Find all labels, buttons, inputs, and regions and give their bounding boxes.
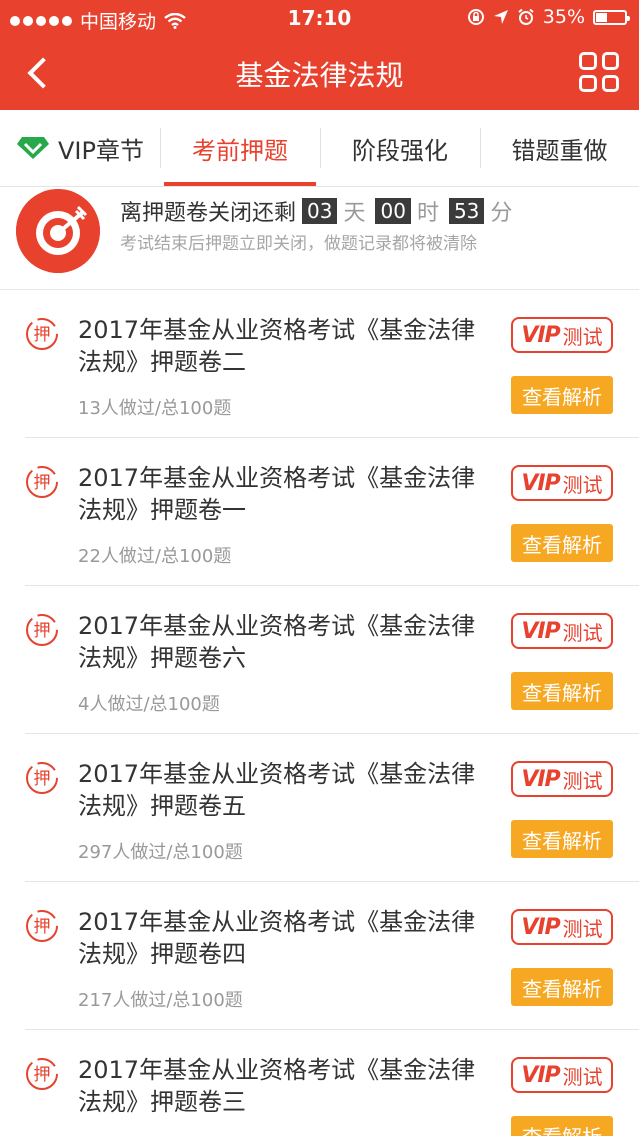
diamond-icon [17, 137, 50, 159]
svg-text:押: 押 [34, 769, 51, 789]
vip-text: 测试 [562, 324, 603, 349]
vip-text: 测试 [562, 620, 603, 645]
stamp-icon: 押 [26, 466, 58, 498]
battery-percent: 35% [542, 6, 585, 28]
page-title: 基金法律法规 [235, 59, 404, 92]
view-analysis-button[interactable]: 查看解析 [511, 524, 613, 562]
list-item[interactable]: 押 2017年基金从业资格考试《基金法律法规》押题卷三 VIP 测试 查看解析 [0, 1030, 639, 1136]
exam-title: 2017年基金从业资格考试《基金法律法规》押题卷二 [78, 316, 476, 376]
vip-test-button[interactable]: VIP 测试 [511, 317, 613, 353]
days-unit: 天 [343, 201, 366, 226]
list-item[interactable]: 押 2017年基金从业资格考试《基金法律法规》押题卷五 297人做过/总100题… [0, 734, 639, 882]
exam-title: 2017年基金从业资格考试《基金法律法规》押题卷五 [78, 760, 476, 820]
exam-meta: 22人做过/总100题 [78, 546, 232, 567]
countdown-note: 考试结束后押题立即关闭，做题记录都将被清除 [120, 234, 477, 254]
tab-label: 阶段强化 [352, 136, 448, 165]
rotation-lock-icon [467, 9, 484, 25]
nav-bar: 基金法律法规 [0, 36, 639, 110]
view-analysis-button[interactable]: 查看解析 [511, 672, 613, 710]
tab-vip-chapter[interactable]: VIP章节 [0, 110, 160, 186]
stamp-icon: 押 [26, 762, 58, 794]
exam-title: 2017年基金从业资格考试《基金法律法规》押题卷四 [78, 908, 476, 968]
vip-tag: VIP [521, 322, 560, 348]
app-header: 中国移动 17:10 35% 基金法律法规 [0, 0, 639, 110]
vip-tag: VIP [521, 766, 560, 792]
vip-test-button[interactable]: VIP 测试 [511, 1057, 613, 1093]
minutes-unit: 分 [490, 201, 513, 226]
stamp-icon: 押 [26, 318, 58, 350]
svg-text:押: 押 [34, 621, 51, 641]
vip-text: 测试 [562, 472, 603, 497]
tab-redo-mistakes[interactable]: 错题重做 [480, 110, 639, 186]
vip-text: 测试 [562, 916, 603, 941]
tab-bar: VIP章节 考前押题 阶段强化 错题重做 [0, 110, 639, 187]
vip-text: 测试 [562, 1064, 603, 1089]
exam-meta: 4人做过/总100题 [78, 694, 220, 715]
list-item[interactable]: 押 2017年基金从业资格考试《基金法律法规》押题卷一 22人做过/总100题 … [0, 438, 639, 586]
svg-text:押: 押 [34, 325, 51, 345]
vip-test-button[interactable]: VIP 测试 [511, 465, 613, 501]
view-analysis-button[interactable]: 查看解析 [511, 968, 613, 1006]
list-item[interactable]: 押 2017年基金从业资格考试《基金法律法规》押题卷二 13人做过/总100题 … [0, 290, 639, 438]
svg-text:押: 押 [34, 1065, 51, 1085]
target-icon [16, 189, 100, 273]
grid-menu-button[interactable] [579, 52, 619, 92]
countdown-days: 03 [302, 198, 338, 224]
list-item[interactable]: 押 2017年基金从业资格考试《基金法律法规》押题卷四 217人做过/总100题… [0, 882, 639, 1030]
tab-label: VIP章节 [58, 136, 144, 165]
tab-exam-prediction[interactable]: 考前押题 [160, 110, 320, 186]
vip-text: 测试 [562, 768, 603, 793]
exam-meta: 13人做过/总100题 [78, 398, 232, 419]
countdown-banner: 离押题卷关闭还剩 03 天 00 时 53 分 考试结束后押题立即关闭，做题记录… [0, 187, 639, 290]
exam-meta: 297人做过/总100题 [78, 842, 243, 863]
vip-tag: VIP [521, 914, 560, 940]
status-bar: 中国移动 17:10 35% [0, 0, 639, 36]
exam-title: 2017年基金从业资格考试《基金法律法规》押题卷六 [78, 612, 476, 672]
vip-tag: VIP [521, 618, 560, 644]
hours-unit: 时 [416, 201, 439, 226]
exam-meta: 217人做过/总100题 [78, 990, 243, 1011]
exam-title: 2017年基金从业资格考试《基金法律法规》押题卷一 [78, 464, 476, 524]
view-analysis-button[interactable]: 查看解析 [511, 820, 613, 858]
exam-title: 2017年基金从业资格考试《基金法律法规》押题卷三 [78, 1056, 476, 1116]
stamp-icon: 押 [26, 614, 58, 646]
stamp-icon: 押 [26, 1058, 58, 1090]
vip-tag: VIP [521, 1062, 560, 1088]
status-right: 35% [467, 6, 630, 28]
countdown-prefix: 离押题卷关闭还剩 [120, 201, 297, 226]
countdown-line: 离押题卷关闭还剩 03 天 00 时 53 分 [120, 195, 516, 227]
tab-stage-intensify[interactable]: 阶段强化 [320, 110, 480, 186]
view-analysis-button[interactable]: 查看解析 [511, 376, 613, 414]
tab-label: 错题重做 [511, 136, 608, 165]
stamp-icon: 押 [26, 910, 58, 942]
svg-text:押: 押 [34, 917, 51, 937]
alarm-icon [518, 8, 534, 25]
countdown-hours: 00 [375, 198, 411, 224]
list-item[interactable]: 押 2017年基金从业资格考试《基金法律法规》押题卷六 4人做过/总100题 V… [0, 586, 639, 734]
svg-text:押: 押 [34, 473, 51, 493]
vip-test-button[interactable]: VIP 测试 [511, 761, 613, 797]
location-icon [493, 10, 508, 24]
battery-icon [593, 9, 630, 25]
vip-test-button[interactable]: VIP 测试 [511, 909, 613, 945]
tab-label: 考前押题 [192, 136, 288, 165]
countdown-minutes: 53 [448, 198, 485, 224]
view-analysis-button[interactable]: 查看解析 [511, 1116, 613, 1136]
grid-icon [579, 52, 597, 70]
vip-test-button[interactable]: VIP 测试 [511, 613, 613, 649]
vip-tag: VIP [521, 470, 560, 496]
